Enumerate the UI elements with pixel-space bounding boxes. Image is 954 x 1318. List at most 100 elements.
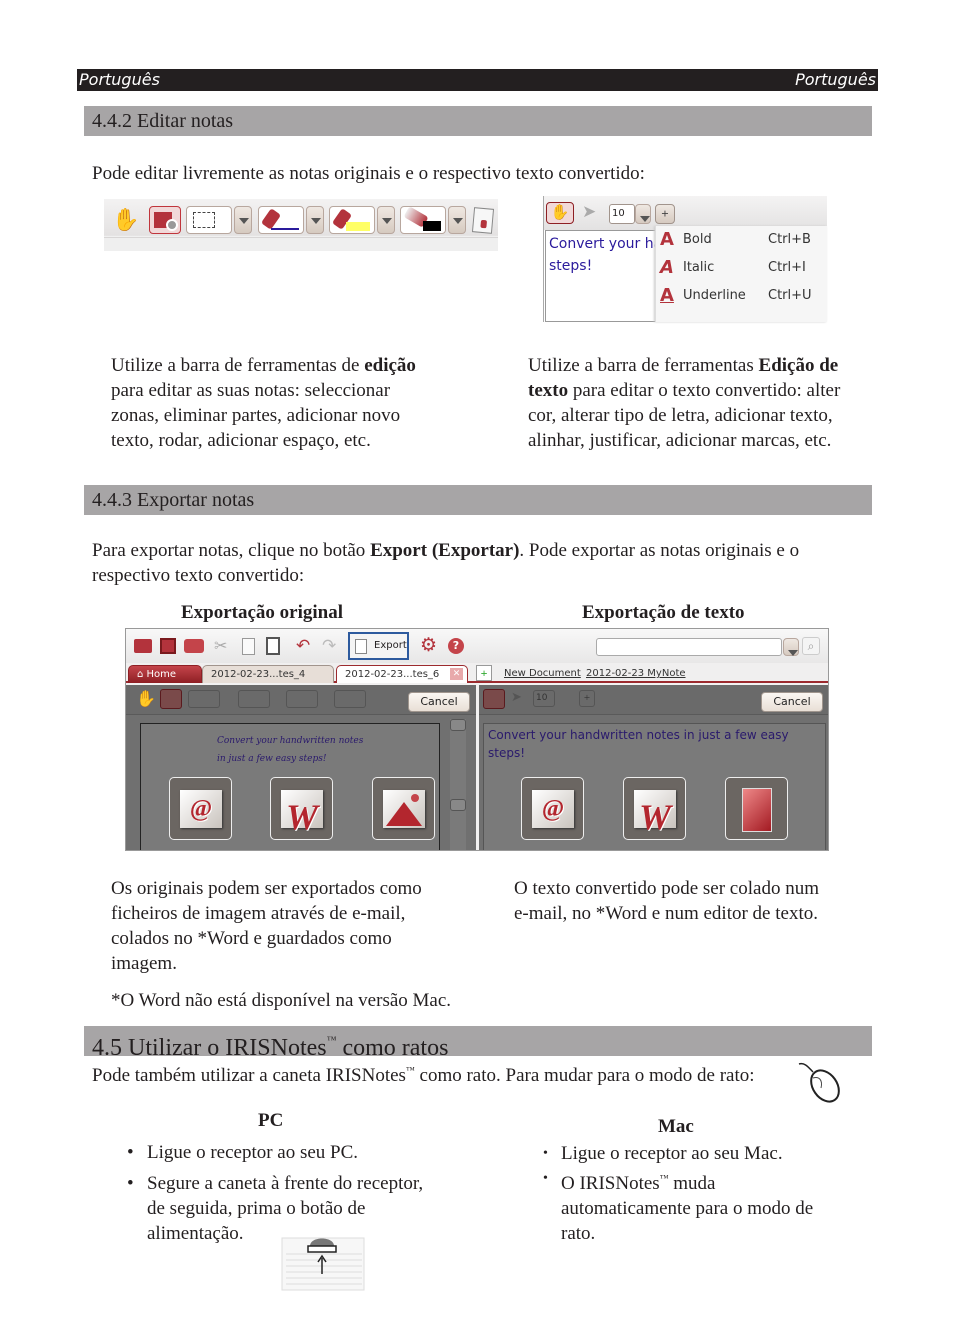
select-settings-icon[interactable]: [160, 689, 182, 709]
text-line: steps!: [549, 258, 593, 274]
underline-icon: A: [660, 285, 674, 306]
email-icon: @: [541, 796, 565, 822]
export-word-tile[interactable]: W: [270, 777, 333, 840]
export-button[interactable]: Export: [348, 632, 409, 660]
text-export-pane: ➤ 10 + Cancel Convert your handwritten n…: [479, 685, 828, 850]
word-icon: W: [638, 797, 671, 837]
add-format-button[interactable]: +: [655, 204, 675, 224]
select-settings-icon[interactable]: [149, 206, 181, 234]
paste-icon[interactable]: [266, 637, 280, 655]
desc-text: Utilize a barra de ferramentas de: [111, 355, 365, 376]
desc-text: Utilize a barra de ferramentas: [528, 355, 759, 376]
editing-toolbar-screenshot: ✋: [104, 199, 498, 251]
hand-tool-icon[interactable]: [483, 689, 505, 709]
italic-icon: A: [660, 257, 674, 278]
font-size-field[interactable]: 10: [533, 690, 555, 707]
step-text: Ligue o receptor ao seu PC.: [147, 1142, 359, 1163]
search-input[interactable]: [596, 638, 782, 656]
cancel-button[interactable]: Cancel: [761, 692, 823, 712]
eraser-button[interactable]: [400, 206, 446, 234]
selection-rectangle-button[interactable]: [186, 206, 232, 234]
pen-color-button[interactable]: [238, 690, 270, 708]
menu-item-italic[interactable]: A Italic Ctrl+I: [656, 254, 827, 282]
pen-color-dropdown[interactable]: [306, 206, 324, 234]
hand-tool-icon[interactable]: ✋: [546, 202, 574, 224]
close-tab-icon[interactable]: ✕: [450, 668, 463, 680]
mouse-intro: Pode também utilizar a caneta IRISNotes™…: [92, 1058, 772, 1088]
cancel-button[interactable]: Cancel: [408, 692, 470, 712]
desc-bold: edição: [364, 355, 416, 376]
handwriting-line: in just a few easy steps!: [217, 754, 327, 764]
rotate-tool-icon[interactable]: [471, 207, 495, 234]
recent-note-link[interactable]: 2012-02-23 MyNote: [586, 668, 686, 679]
hand-tool-icon[interactable]: ✋: [112, 207, 139, 233]
pointer-icon[interactable]: ➤: [511, 689, 522, 705]
menu-item-underline[interactable]: A Underline Ctrl+U: [656, 282, 827, 310]
bold-icon: A: [660, 229, 674, 250]
hand-tool-icon[interactable]: ✋: [136, 689, 156, 709]
export-notepad-tile[interactable]: [725, 777, 788, 840]
text-edit-toolbar-screenshot: ✋ ➤ 10 + Convert your ha steps! A Bold C…: [543, 196, 827, 322]
pointer-icon[interactable]: ➤: [582, 202, 596, 222]
mac-step-1: • Ligue o receptor ao seu Mac.: [543, 1141, 843, 1166]
eraser-button[interactable]: [334, 690, 366, 708]
highlighter-dropdown[interactable]: [377, 206, 395, 234]
desc-text: para editar o texto convertido: alter co…: [528, 380, 841, 451]
new-document-icon[interactable]: +: [476, 665, 492, 681]
scroll-down-button[interactable]: [450, 799, 466, 811]
help-icon[interactable]: ?: [448, 638, 464, 654]
email-icon: @: [189, 796, 213, 822]
settings-gear-icon[interactable]: ⚙: [420, 634, 437, 657]
pen-color-button[interactable]: [258, 206, 304, 234]
open-folder-icon[interactable]: [134, 639, 152, 653]
tab-note-4[interactable]: 2012-02-23...tes_4: [202, 665, 334, 683]
font-size-dropdown[interactable]: [635, 204, 651, 224]
copy-icon[interactable]: [242, 638, 255, 655]
original-export-description: Os originais podem ser exportados como f…: [111, 878, 422, 974]
scrollbar[interactable]: [450, 719, 466, 850]
text-export-title: Exportação de texto: [582, 602, 745, 623]
selection-rectangle-button[interactable]: [188, 690, 220, 708]
print-icon[interactable]: [184, 639, 204, 653]
text-line: Convert your ha: [549, 236, 655, 252]
tab-home[interactable]: ⌂ Home: [128, 665, 202, 683]
tab-note-6[interactable]: 2012-02-23...tes_6 ✕: [336, 665, 468, 683]
search-icon[interactable]: ⌕: [802, 637, 820, 655]
export-app-screenshot: ✂ ↶ ↷ Export ⚙ ? ⌕ ⌂ Home 2012-02-23...t…: [125, 628, 829, 851]
scroll-up-button[interactable]: [450, 719, 466, 731]
cut-icon[interactable]: ✂: [214, 636, 227, 656]
undo-icon[interactable]: ↶: [296, 636, 310, 656]
text-edit-toolbar-description: Utilize a barra de ferramentas Edição de…: [528, 353, 858, 453]
intro-text: Pode também utilizar a caneta IRISNotes: [92, 1065, 406, 1086]
step-text-part: O IRISNotes: [561, 1173, 660, 1194]
pc-title: PC: [258, 1110, 284, 1131]
redo-icon[interactable]: ↷: [322, 636, 336, 656]
highlighter-button[interactable]: [286, 690, 318, 708]
highlighter-button[interactable]: [329, 206, 375, 234]
menu-item-bold[interactable]: A Bold Ctrl+B: [656, 226, 827, 254]
export-word-tile[interactable]: W: [623, 777, 686, 840]
tab-label: 2012-02-23...tes_6: [345, 669, 440, 680]
menu-item-shortcut: Ctrl+I: [768, 260, 806, 275]
save-icon[interactable]: [160, 638, 176, 654]
converted-text-area[interactable]: Convert your ha steps!: [545, 230, 655, 322]
trademark: ™: [405, 1065, 415, 1075]
selection-dropdown[interactable]: [234, 206, 252, 234]
search-dropdown[interactable]: [783, 638, 799, 656]
export-email-tile[interactable]: @: [521, 777, 584, 840]
add-format-button[interactable]: +: [579, 690, 595, 707]
home-icon: ⌂: [137, 669, 147, 680]
font-size-field[interactable]: 10: [609, 204, 635, 224]
export-email-tile[interactable]: @: [169, 777, 232, 840]
eraser-dropdown[interactable]: [448, 206, 466, 234]
bullet: •: [127, 1173, 134, 1194]
menu-item-label: Italic: [683, 260, 715, 275]
menu-item-shortcut: Ctrl+U: [768, 288, 812, 303]
notepad-icon: [742, 788, 772, 832]
image-icon: [383, 790, 425, 828]
intro-text: como rato. Para mudar para o modo de rat…: [414, 1065, 755, 1086]
language-header: Português Português: [77, 69, 878, 91]
edit-intro: Pode editar livremente as notas originai…: [92, 163, 645, 184]
export-image-tile[interactable]: [372, 777, 435, 840]
new-document-link[interactable]: New Document: [504, 668, 581, 679]
